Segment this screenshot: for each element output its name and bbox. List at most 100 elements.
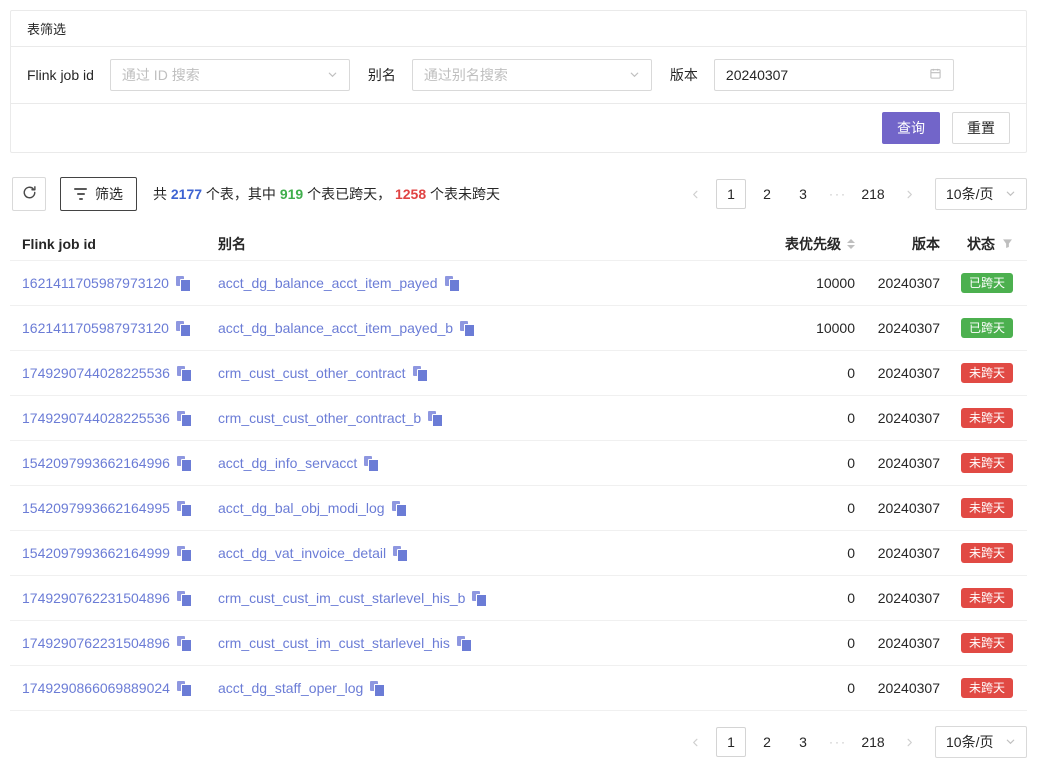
page-button-1[interactable]: 1: [716, 179, 746, 209]
page-size-select[interactable]: 10条/页: [935, 178, 1027, 210]
alias-link[interactable]: acct_dg_staff_oper_log: [218, 680, 363, 696]
copy-icon[interactable]: [428, 411, 442, 425]
flink-job-id-link[interactable]: 1749290762231504896: [22, 635, 170, 651]
pagination: 1 2 3 ··· 218: [677, 727, 927, 757]
filter-toggle-button[interactable]: 筛选: [60, 177, 137, 211]
alias-link[interactable]: acct_dg_vat_invoice_detail: [218, 545, 386, 561]
prev-page-button[interactable]: [680, 179, 710, 209]
alias-link[interactable]: crm_cust_cust_im_cust_starlevel_his_b: [218, 590, 465, 606]
page-ellipsis[interactable]: ···: [824, 735, 852, 749]
copy-icon[interactable]: [177, 366, 191, 380]
cell-priority: 0: [725, 545, 855, 561]
filter-card: 表筛选 Flink job id 通过 ID 搜索 别名 通过别名搜索 版本 2…: [10, 10, 1027, 153]
flink-job-id-link[interactable]: 1542097993662164999: [22, 545, 170, 561]
flink-job-id-link[interactable]: 1749290866069889024: [22, 680, 170, 696]
filter-card-title: 表筛选: [11, 11, 1026, 47]
filter-funnel-icon[interactable]: [1002, 238, 1013, 249]
cell-version: 20240307: [855, 545, 940, 561]
refresh-button[interactable]: [12, 177, 46, 211]
next-page-button[interactable]: [894, 179, 924, 209]
copy-icon[interactable]: [472, 591, 486, 605]
copy-icon[interactable]: [177, 681, 191, 695]
cell-status: 未跨天: [940, 453, 1027, 473]
cell-flink-job-id: 1749290762231504896: [10, 590, 218, 606]
reset-button[interactable]: 重置: [952, 112, 1010, 144]
cell-version: 20240307: [855, 500, 940, 516]
header-status: 状态: [940, 234, 1027, 254]
status-badge: 未跨天: [961, 453, 1013, 473]
page-button-3[interactable]: 3: [788, 727, 818, 757]
alias-link[interactable]: crm_cust_cust_other_contract: [218, 365, 406, 381]
page-button-2[interactable]: 2: [752, 727, 782, 757]
copy-icon[interactable]: [176, 276, 190, 290]
flink-job-id-link[interactable]: 1621411705987973120: [22, 275, 169, 291]
page-button-2[interactable]: 2: [752, 179, 782, 209]
cell-alias: crm_cust_cust_other_contract: [218, 365, 725, 381]
cell-flink-job-id: 1542097993662164996: [10, 455, 218, 471]
flink-job-id-link[interactable]: 1542097993662164995: [22, 500, 170, 516]
last-page-button[interactable]: 218: [858, 179, 888, 209]
cell-status: 未跨天: [940, 678, 1027, 698]
cell-priority: 0: [725, 680, 855, 696]
alias-link[interactable]: crm_cust_cust_other_contract_b: [218, 410, 421, 426]
crossed-count: 919: [280, 186, 303, 202]
copy-icon[interactable]: [460, 321, 474, 335]
alias-link[interactable]: acct_dg_balance_acct_item_payed: [218, 275, 438, 291]
cell-status: 未跨天: [940, 498, 1027, 518]
copy-icon[interactable]: [176, 321, 190, 335]
sort-icon[interactable]: [847, 239, 855, 249]
copy-icon[interactable]: [457, 636, 471, 650]
cell-flink-job-id: 1749290744028225536: [10, 410, 218, 426]
header-status-label: 状态: [967, 234, 995, 254]
alias-link[interactable]: crm_cust_cust_im_cust_starlevel_his: [218, 635, 450, 651]
alias-link[interactable]: acct_dg_bal_obj_modi_log: [218, 500, 385, 516]
page-button-1[interactable]: 1: [716, 727, 746, 757]
copy-icon[interactable]: [413, 366, 427, 380]
status-badge: 已跨天: [961, 318, 1013, 338]
flink-job-id-link[interactable]: 1542097993662164996: [22, 455, 170, 471]
flink-job-id-link[interactable]: 1749290744028225536: [22, 365, 170, 381]
copy-icon[interactable]: [177, 636, 191, 650]
next-page-button[interactable]: [894, 727, 924, 757]
chevron-down-icon: [1005, 734, 1016, 750]
copy-icon[interactable]: [177, 411, 191, 425]
alias-link[interactable]: acct_dg_info_servacct: [218, 455, 357, 471]
copy-icon[interactable]: [370, 681, 384, 695]
cell-alias: acct_dg_info_servacct: [218, 455, 725, 471]
page-ellipsis[interactable]: ···: [824, 187, 852, 201]
flink-job-id-link[interactable]: 1621411705987973120: [22, 320, 169, 336]
flink-job-id-link[interactable]: 1749290762231504896: [22, 590, 170, 606]
cell-alias: acct_dg_bal_obj_modi_log: [218, 500, 725, 516]
page-size-select[interactable]: 10条/页: [935, 726, 1027, 758]
tables-table: Flink job id 别名 表优先级 版本 状态 1621411705987…: [10, 227, 1027, 711]
copy-icon[interactable]: [177, 501, 191, 515]
cell-flink-job-id: 1542097993662164995: [10, 500, 218, 516]
copy-icon[interactable]: [392, 501, 406, 515]
header-alias: 别名: [218, 234, 725, 254]
copy-icon[interactable]: [393, 546, 407, 560]
filter-row: Flink job id 通过 ID 搜索 别名 通过别名搜索 版本 20240…: [11, 47, 1026, 104]
page-button-3[interactable]: 3: [788, 179, 818, 209]
not-crossed-count: 1258: [395, 186, 426, 202]
cell-alias: acct_dg_balance_acct_item_payed_b: [218, 320, 725, 336]
flink-job-id-select[interactable]: 通过 ID 搜索: [110, 59, 350, 91]
cell-status: 未跨天: [940, 588, 1027, 608]
search-button[interactable]: 查询: [882, 112, 940, 144]
header-priority[interactable]: 表优先级: [725, 234, 855, 254]
cell-priority: 0: [725, 455, 855, 471]
alias-select[interactable]: 通过别名搜索: [412, 59, 652, 91]
copy-icon[interactable]: [177, 591, 191, 605]
copy-icon[interactable]: [177, 546, 191, 560]
prev-page-button[interactable]: [680, 727, 710, 757]
copy-icon[interactable]: [445, 276, 459, 290]
alias-link[interactable]: acct_dg_balance_acct_item_payed_b: [218, 320, 453, 336]
table-row: 1542097993662164999 acct_dg_vat_invoice_…: [10, 531, 1027, 576]
table-row: 1542097993662164995 acct_dg_bal_obj_modi…: [10, 486, 1027, 531]
version-date-input[interactable]: 20240307: [714, 59, 954, 91]
copy-icon[interactable]: [364, 456, 378, 470]
flink-job-id-link[interactable]: 1749290744028225536: [22, 410, 170, 426]
header-flink-job-id: Flink job id: [10, 236, 218, 252]
last-page-button[interactable]: 218: [858, 727, 888, 757]
chevron-down-icon: [1005, 186, 1016, 202]
copy-icon[interactable]: [177, 456, 191, 470]
